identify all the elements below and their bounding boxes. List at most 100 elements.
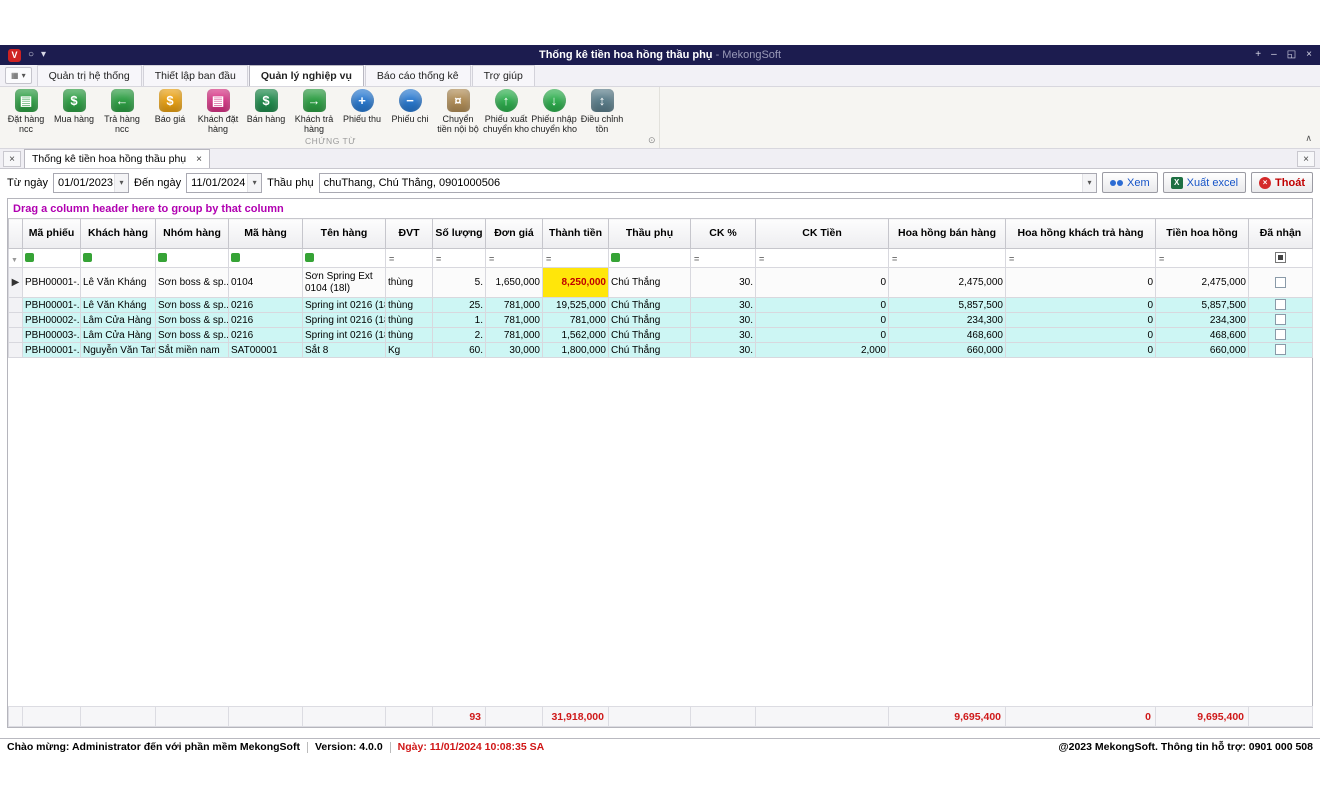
quick-access-circle-icon[interactable]: ○ xyxy=(28,50,34,60)
window-controls: + – ◱ × xyxy=(1092,50,1312,60)
view-button[interactable]: Xem xyxy=(1102,172,1158,193)
filter-cell[interactable]: = xyxy=(756,249,889,268)
table-row[interactable]: PBH00002-...Lâm Cửa HàngSơn boss & sp...… xyxy=(9,313,1313,328)
filter-cell[interactable]: = xyxy=(543,249,609,268)
received-checkbox[interactable] xyxy=(1275,314,1286,325)
export-excel-button[interactable]: X Xuất excel xyxy=(1163,172,1246,193)
toolbar-button[interactable]: $Mua hàng xyxy=(50,87,98,124)
filter-cell[interactable] xyxy=(303,249,386,268)
toolbar-button[interactable]: ¤Chuyển tiền nội bộ xyxy=(434,87,482,135)
filter-cell[interactable]: ▼ xyxy=(9,249,23,268)
group-by-panel[interactable]: Drag a column header here to group by th… xyxy=(8,199,1312,218)
filter-cell[interactable]: = xyxy=(691,249,756,268)
summary-cell xyxy=(1249,707,1313,727)
column-header[interactable]: Mã hàng xyxy=(229,219,303,249)
filter-cell[interactable] xyxy=(23,249,81,268)
cell: PBH00002-... xyxy=(23,313,81,328)
column-header[interactable]: ĐVT xyxy=(386,219,433,249)
document-tab[interactable]: Thống kê tiền hoa hồng thầu phụ × xyxy=(24,149,210,168)
filter-cell[interactable]: = xyxy=(1156,249,1249,268)
toolbar-button[interactable]: −Phiếu chi xyxy=(386,87,434,124)
received-checkbox[interactable] xyxy=(1275,344,1286,355)
to-date-input[interactable]: 11/01/2024 ▾ xyxy=(186,173,262,193)
column-header[interactable]: CK % xyxy=(691,219,756,249)
table-row[interactable]: ▶PBH00001-...Lê Văn KhángSơn boss & sp..… xyxy=(9,268,1313,298)
ribbon-tab[interactable]: Quản lý nghiệp vụ xyxy=(249,65,364,86)
filter-cell[interactable]: = xyxy=(433,249,486,268)
quick-access-caret-icon[interactable]: ▾ xyxy=(41,50,46,60)
cell: 0 xyxy=(1006,343,1156,358)
toolbar-button[interactable]: $Bán hàng xyxy=(242,87,290,124)
toolbar-button[interactable]: →Khách trả hàng xyxy=(290,87,338,135)
received-checkbox[interactable] xyxy=(1275,277,1286,288)
ribbon-tab[interactable]: Quản trị hệ thống xyxy=(37,65,142,86)
close-all-tabs-icon[interactable]: × xyxy=(3,151,21,167)
column-header[interactable]: Hoa hồng bán hàng xyxy=(889,219,1006,249)
chevron-down-icon[interactable]: ▾ xyxy=(1082,174,1096,192)
toolbar-button[interactable]: ▤Đặt hàng ncc xyxy=(2,87,50,135)
ribbon-tab[interactable]: Thiết lập ban đầu xyxy=(143,65,248,86)
close-tab-right-icon[interactable]: × xyxy=(1297,151,1315,167)
column-header[interactable]: CK Tiền xyxy=(756,219,889,249)
column-header[interactable]: Tên hàng xyxy=(303,219,386,249)
table-row[interactable]: PBH00003-...Lâm Cửa HàngSơn boss & sp...… xyxy=(9,328,1313,343)
column-header[interactable]: Thành tiền xyxy=(543,219,609,249)
equals-filter-icon: = xyxy=(545,254,551,264)
toolbar-button[interactable]: ←Trả hàng ncc xyxy=(98,87,146,135)
filter-checkbox[interactable] xyxy=(1275,252,1286,263)
filter-cell[interactable]: = xyxy=(1006,249,1156,268)
cell: Chú Thắng xyxy=(609,343,691,358)
column-header[interactable]: Đơn giá xyxy=(486,219,543,249)
column-header[interactable]: Nhóm hàng xyxy=(156,219,229,249)
table-row[interactable]: PBH00001-...Nguyễn Văn TamSắt miền namSA… xyxy=(9,343,1313,358)
tab-close-icon[interactable]: × xyxy=(196,154,202,165)
restore-icon[interactable]: ◱ xyxy=(1287,50,1296,60)
toolbar-button[interactable]: ↓Phiếu nhập chuyển kho xyxy=(530,87,578,135)
column-header[interactable]: Hoa hồng khách trả hàng xyxy=(1006,219,1156,249)
column-header[interactable]: Khách hàng xyxy=(81,219,156,249)
filter-cell[interactable] xyxy=(609,249,691,268)
column-header[interactable]: Số lượng xyxy=(433,219,486,249)
ribbon-tab-strip: Quản trị hệ thốngThiết lập ban đầuQuản l… xyxy=(37,65,536,86)
filter-cell[interactable]: = xyxy=(889,249,1006,268)
toolbar-button[interactable]: +Phiếu thu xyxy=(338,87,386,124)
filter-icon xyxy=(25,253,34,262)
received-checkbox[interactable] xyxy=(1275,299,1286,310)
app-logo-icon: V xyxy=(8,49,21,62)
column-header[interactable]: Mã phiếu xyxy=(23,219,81,249)
toolbar-button[interactable]: $Báo giá xyxy=(146,87,194,124)
cell: Spring int 0216 (18l) xyxy=(303,313,386,328)
filter-cell[interactable] xyxy=(229,249,303,268)
chevron-down-icon[interactable]: ▾ xyxy=(114,174,128,192)
toolbar-button-label: Chuyển tiền nội bộ xyxy=(434,114,482,135)
filter-cell[interactable] xyxy=(156,249,229,268)
cell: 468,600 xyxy=(1156,328,1249,343)
filter-cell[interactable] xyxy=(81,249,156,268)
from-date-input[interactable]: 01/01/2023 ▾ xyxy=(53,173,129,193)
exit-button[interactable]: × Thoát xyxy=(1251,172,1313,193)
column-header[interactable]: Đã nhận xyxy=(1249,219,1313,249)
ribbon-menu-button[interactable]: ▦ ▾ xyxy=(5,67,32,84)
ribbon-collapse-icon[interactable]: ∧ xyxy=(1305,133,1312,144)
group-launcher-icon[interactable]: ⊙ xyxy=(648,135,656,146)
filter-cell[interactable]: = xyxy=(386,249,433,268)
chevron-down-icon[interactable]: ▾ xyxy=(247,174,261,192)
toolbar-button[interactable]: ↑Phiếu xuất chuyển kho xyxy=(482,87,530,135)
column-header[interactable]: Thầu phụ xyxy=(609,219,691,249)
filter-cell[interactable] xyxy=(1249,249,1313,268)
cell: 234,300 xyxy=(1156,313,1249,328)
welcome-text: Chào mừng: Administrator đến với phần mề… xyxy=(7,741,300,753)
ribbon-tab[interactable]: Báo cáo thống kê xyxy=(365,65,471,86)
toolbar-button[interactable]: ↕Điều chỉnh tồn xyxy=(578,87,626,135)
ribbon-tab[interactable]: Trợ giúp xyxy=(472,65,535,86)
subcontractor-select[interactable]: chuThang, Chú Thắng, 0901000506 ▾ xyxy=(319,173,1097,193)
column-header[interactable]: Tiền hoa hồng xyxy=(1156,219,1249,249)
filter-cell[interactable]: = xyxy=(486,249,543,268)
minimize-icon[interactable]: – xyxy=(1271,50,1277,60)
table-row[interactable]: PBH00001-...Lê Văn KhángSơn boss & sp...… xyxy=(9,298,1313,313)
received-checkbox[interactable] xyxy=(1275,329,1286,340)
toolbar-button[interactable]: ▤Khách đặt hàng xyxy=(194,87,242,135)
warehouse-out-icon: ↑ xyxy=(495,89,518,112)
close-icon[interactable]: × xyxy=(1306,50,1312,60)
pin-icon[interactable]: + xyxy=(1255,50,1261,60)
